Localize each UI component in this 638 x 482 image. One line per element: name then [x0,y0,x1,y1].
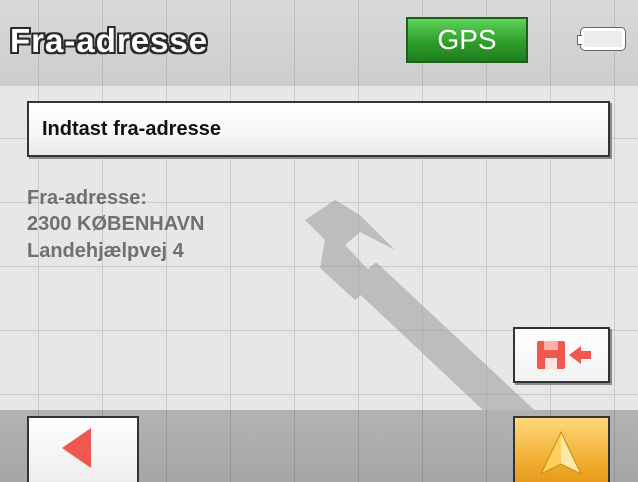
back-button[interactable] [27,416,139,482]
gps-status-button[interactable]: GPS [406,17,528,63]
page-title: Fra-adresse [10,22,209,59]
save-address-button[interactable] [513,327,610,383]
navigate-button[interactable] [513,416,610,482]
battery-icon [577,28,625,50]
back-arrow-icon [62,428,91,468]
address-street: Landehjælpvej 4 [27,240,184,262]
enter-from-address-button[interactable]: Indtast fra-adresse [27,101,610,157]
address-caption: Fra-adresse: [27,187,148,209]
navigate-arrow-icon [539,430,583,476]
address-postal-city: 2300 KØBENHAVN [27,213,205,235]
save-to-favorites-icon [537,341,591,369]
